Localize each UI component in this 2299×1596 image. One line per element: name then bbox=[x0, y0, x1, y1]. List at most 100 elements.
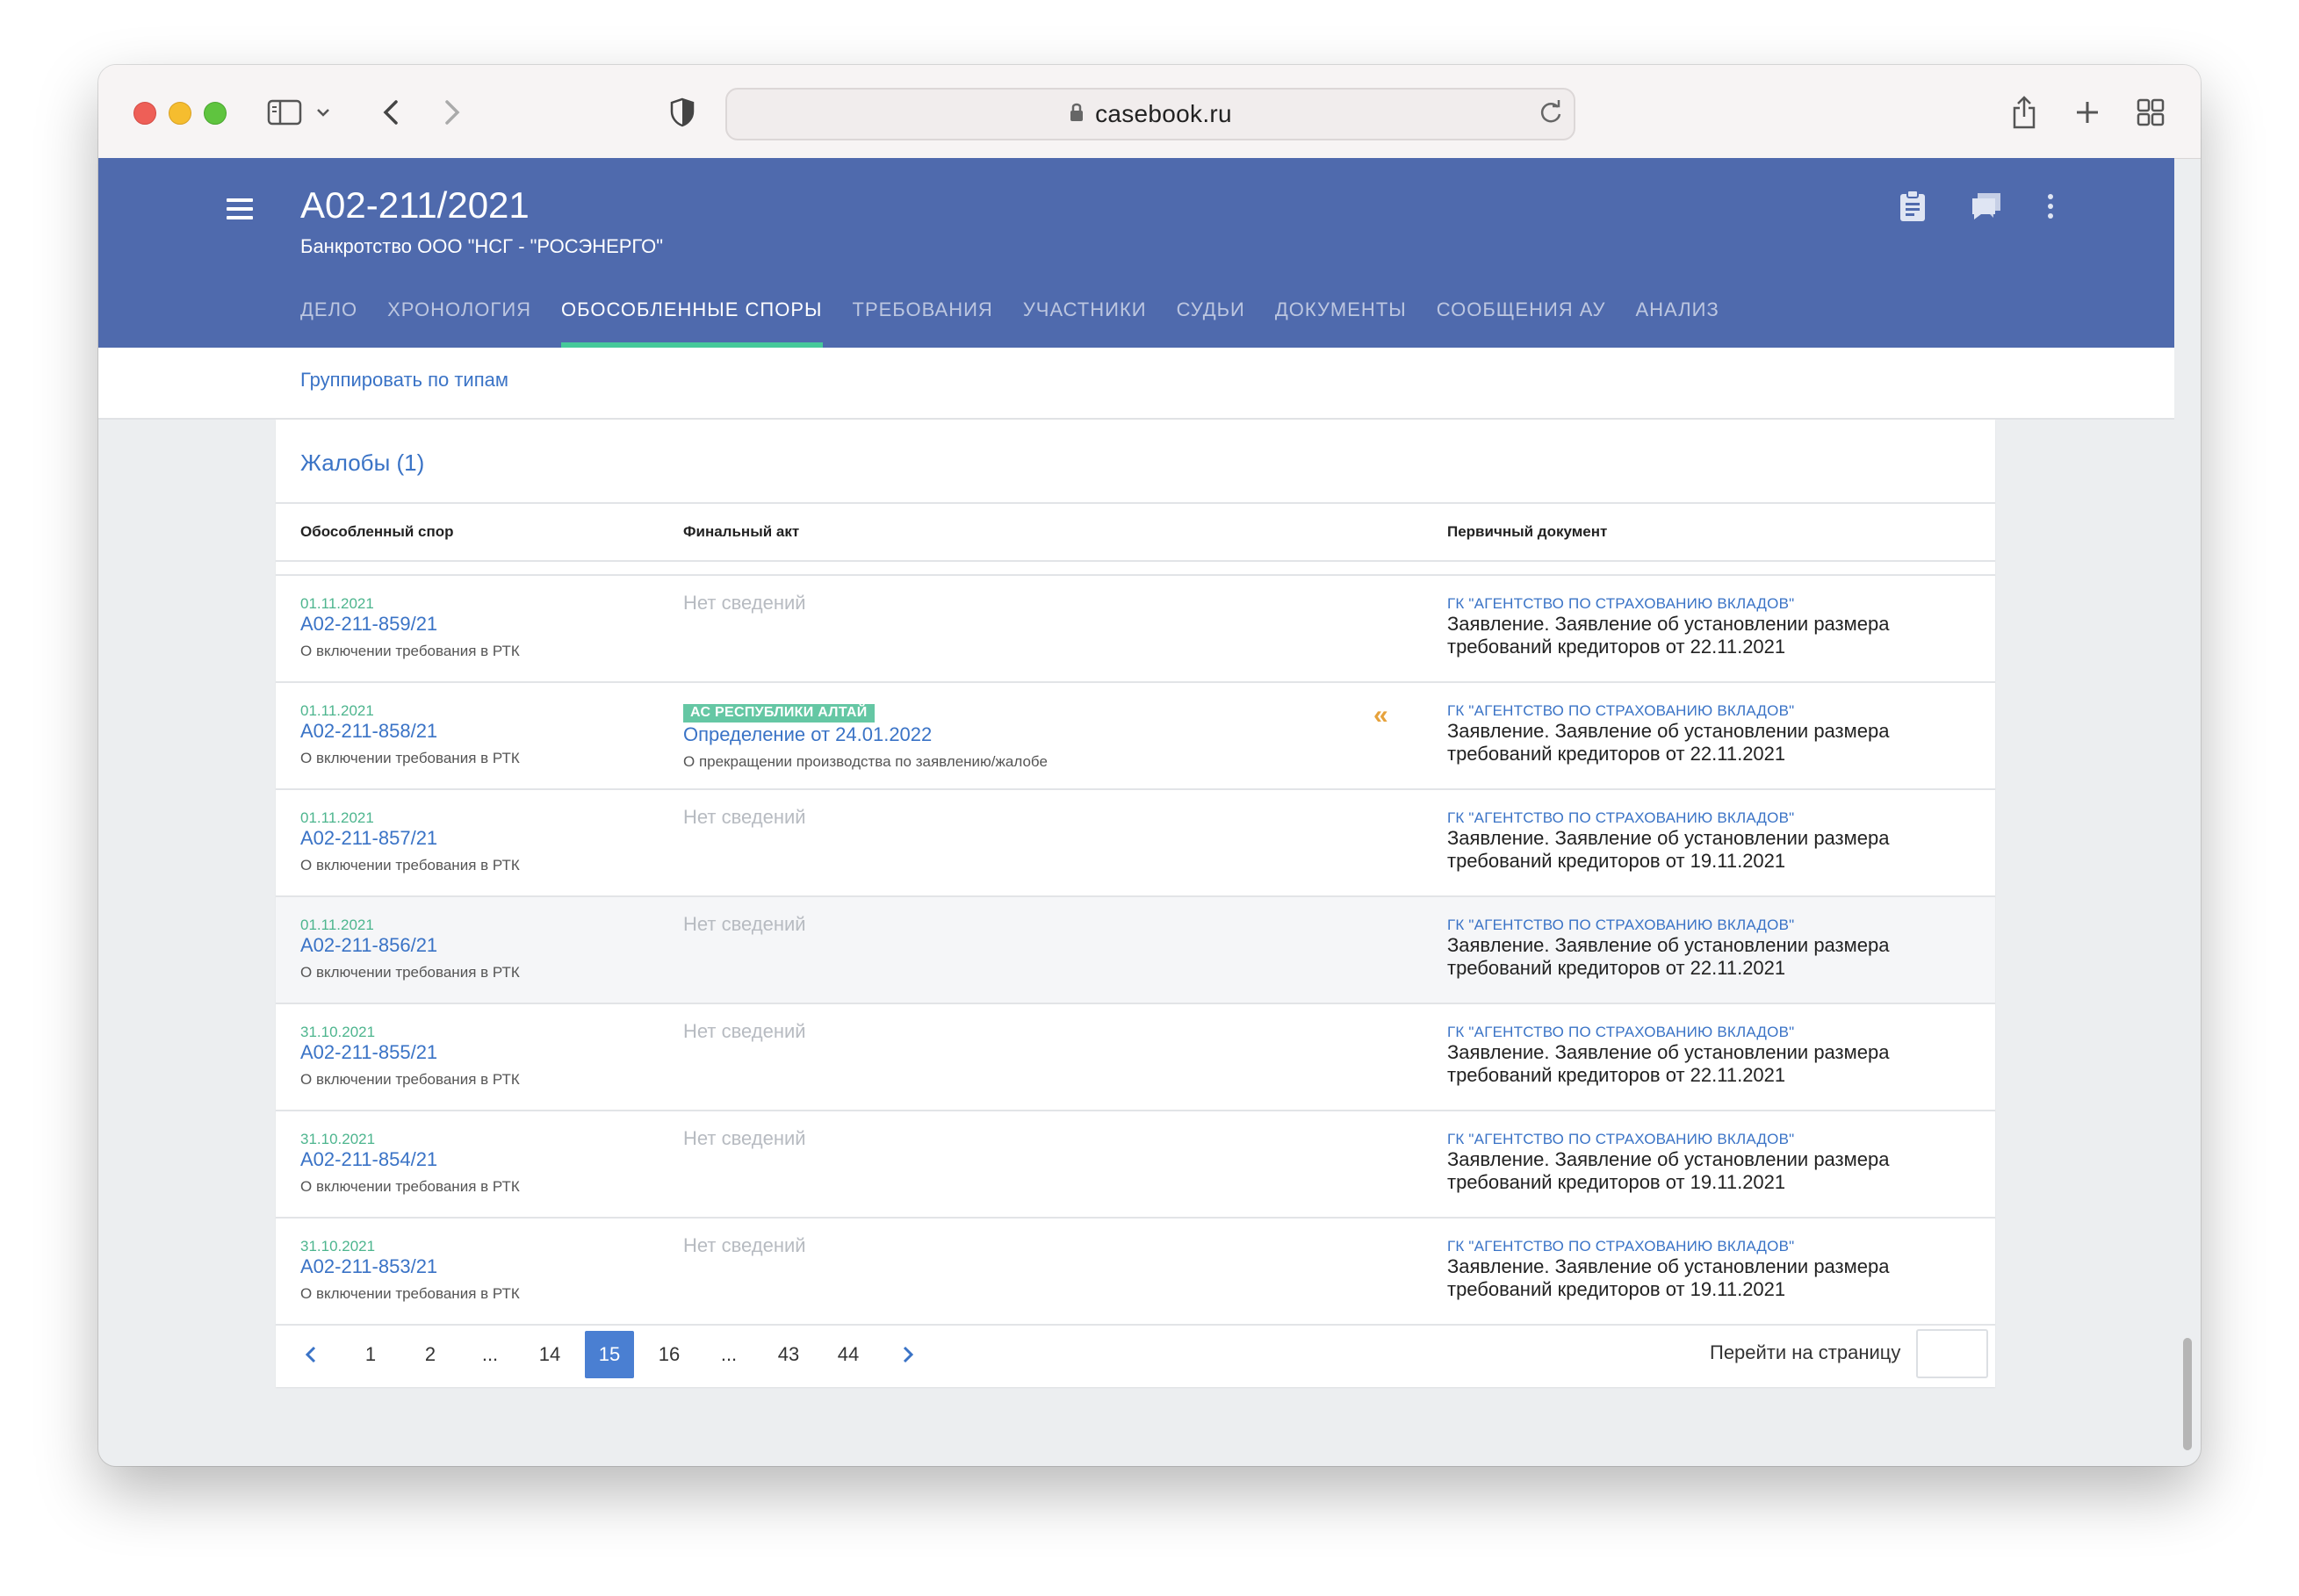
clipboard-icon[interactable] bbox=[1899, 190, 1927, 227]
dispute-description: О включении требования в РТК bbox=[300, 857, 520, 873]
column-header-primary-doc: Первичный документ bbox=[1447, 523, 1608, 540]
url-text: casebook.ru bbox=[1095, 100, 1232, 127]
dispute-description: О включении требования в РТК bbox=[300, 1071, 520, 1088]
court-badge: АС РЕСПУБЛИКИ АЛТАЙ bbox=[683, 704, 875, 723]
applicant-link[interactable]: ГК "АГЕНТСТВО ПО СТРАХОВАНИЮ ВКЛАДОВ" bbox=[1447, 917, 1794, 934]
chevron-down-icon[interactable] bbox=[314, 95, 332, 130]
page-button-current[interactable]: 15 bbox=[585, 1331, 634, 1378]
section-title[interactable]: Жалобы (1) bbox=[300, 449, 424, 477]
dispute-number-link[interactable]: А02-211-854/21 bbox=[300, 1148, 437, 1171]
prev-page-icon[interactable] bbox=[286, 1331, 335, 1378]
dispute-date: 31.10.2021 bbox=[300, 1024, 376, 1040]
reload-icon[interactable] bbox=[1539, 100, 1563, 129]
case-number: А02-211/2021 bbox=[300, 184, 530, 226]
page-ellipsis: ... bbox=[481, 1343, 499, 1365]
table-row[interactable]: 01.11.2021 А02-211-857/21 О включении тр… bbox=[276, 790, 1995, 897]
primary-document: Заявление. Заявление об установлении раз… bbox=[1447, 1148, 1890, 1193]
comments-icon[interactable] bbox=[1971, 190, 2002, 226]
table-row[interactable]: 01.11.2021 А02-211-859/21 О включении тр… bbox=[276, 576, 1995, 683]
page-ellipsis: ... bbox=[720, 1343, 738, 1365]
dispute-description: О включении требования в РТК bbox=[300, 1285, 520, 1302]
browser-window: casebook.ru А02-211/2021 Банкротство ООО… bbox=[98, 65, 2201, 1466]
menu-icon[interactable] bbox=[227, 198, 253, 219]
table-row[interactable]: 31.10.2021 А02-211-853/21 О включении тр… bbox=[276, 1219, 1995, 1326]
final-act-none: Нет сведений bbox=[683, 1234, 806, 1256]
page-button[interactable]: 44 bbox=[824, 1331, 873, 1378]
sidebar-toggle-icon[interactable] bbox=[265, 95, 304, 130]
dispute-number-link[interactable]: А02-211-855/21 bbox=[300, 1041, 437, 1064]
final-act-none: Нет сведений bbox=[683, 806, 806, 828]
dispute-date: 01.11.2021 bbox=[300, 702, 374, 719]
disputes-card: Жалобы (1) Обособленный спор Финальный а… bbox=[276, 420, 1995, 1387]
dispute-date: 01.11.2021 bbox=[300, 595, 374, 612]
more-vert-icon[interactable] bbox=[2046, 193, 2055, 224]
dispute-description: О включении требования в РТК bbox=[300, 1178, 520, 1195]
primary-document: Заявление. Заявление об установлении раз… bbox=[1447, 1041, 1890, 1086]
dispute-number-link[interactable]: А02-211-853/21 bbox=[300, 1255, 437, 1278]
page-button[interactable]: 2 bbox=[406, 1331, 455, 1378]
share-icon[interactable] bbox=[2009, 95, 2039, 130]
tab-participants[interactable]: УЧАСТНИКИ bbox=[1023, 297, 1147, 348]
final-act-description: О прекращении производства по заявлению/… bbox=[683, 753, 1048, 770]
page-button[interactable]: 16 bbox=[645, 1331, 694, 1378]
dispute-date: 31.10.2021 bbox=[300, 1131, 376, 1147]
page-button[interactable]: 14 bbox=[525, 1331, 574, 1378]
column-header-final-act: Финальный акт bbox=[683, 523, 800, 540]
page-button[interactable]: 43 bbox=[764, 1331, 813, 1378]
final-act-none: Нет сведений bbox=[683, 1020, 806, 1042]
applicant-link[interactable]: ГК "АГЕНТСТВО ПО СТРАХОВАНИЮ ВКЛАДОВ" bbox=[1447, 702, 1794, 720]
goto-page-label: Перейти на страницу bbox=[1710, 1341, 1901, 1363]
page-button[interactable]: 1 bbox=[346, 1331, 395, 1378]
pagination: 1 2 ... 14 15 16 ... 43 44 Перейти на ст… bbox=[276, 1319, 1995, 1387]
dispute-date: 01.11.2021 bbox=[300, 917, 374, 933]
dispute-number-link[interactable]: А02-211-856/21 bbox=[300, 934, 437, 957]
applicant-link[interactable]: ГК "АГЕНТСТВО ПО СТРАХОВАНИЮ ВКЛАДОВ" bbox=[1447, 595, 1794, 613]
group-by-type-link[interactable]: Группировать по типам bbox=[300, 369, 508, 392]
double-chevron-left-icon[interactable]: « bbox=[1373, 701, 1388, 730]
table-header: Обособленный спор Финальный акт Первичны… bbox=[276, 502, 1995, 562]
filter-bar: Группировать по типам bbox=[98, 348, 2174, 420]
table-row[interactable]: 31.10.2021 А02-211-855/21 О включении тр… bbox=[276, 1004, 1995, 1111]
tab-chronology[interactable]: ХРОНОЛОГИЯ bbox=[387, 297, 531, 348]
address-bar[interactable]: casebook.ru bbox=[725, 88, 1575, 140]
applicant-link[interactable]: ГК "АГЕНТСТВО ПО СТРАХОВАНИЮ ВКЛАДОВ" bbox=[1447, 809, 1794, 827]
tab-documents[interactable]: ДОКУМЕНТЫ bbox=[1275, 297, 1407, 348]
case-header: А02-211/2021 Банкротство ООО "НСГ - "РОС… bbox=[98, 158, 2174, 348]
new-tab-icon[interactable] bbox=[2074, 95, 2101, 130]
scrollbar[interactable] bbox=[2183, 1338, 2192, 1450]
applicant-link[interactable]: ГК "АГЕНТСТВО ПО СТРАХОВАНИЮ ВКЛАДОВ" bbox=[1447, 1131, 1794, 1148]
dispute-number-link[interactable]: А02-211-859/21 bbox=[300, 613, 437, 636]
primary-document: Заявление. Заявление об установлении раз… bbox=[1447, 613, 1890, 658]
tab-analysis[interactable]: АНАЛИЗ bbox=[1635, 297, 1719, 348]
tab-separate-disputes[interactable]: ОБОСОБЛЕННЫЕ СПОРЫ bbox=[561, 297, 824, 348]
lock-icon bbox=[1069, 102, 1085, 127]
tab-au-messages[interactable]: СООБЩЕНИЯ АУ bbox=[1437, 297, 1606, 348]
goto-page-input[interactable] bbox=[1916, 1329, 1988, 1378]
shield-icon[interactable] bbox=[667, 95, 697, 130]
forward-icon[interactable] bbox=[439, 95, 465, 130]
table-row[interactable]: 31.10.2021 А02-211-854/21 О включении тр… bbox=[276, 1111, 1995, 1219]
tab-overview-icon[interactable] bbox=[2136, 95, 2166, 130]
dispute-description: О включении требования в РТК bbox=[300, 643, 520, 659]
applicant-link[interactable]: ГК "АГЕНТСТВО ПО СТРАХОВАНИЮ ВКЛАДОВ" bbox=[1447, 1238, 1794, 1255]
zoom-window-button[interactable] bbox=[204, 102, 227, 125]
column-header-dispute: Обособленный спор bbox=[300, 523, 454, 540]
final-act-none: Нет сведений bbox=[683, 592, 806, 614]
minimize-window-button[interactable] bbox=[169, 102, 191, 125]
tab-claims[interactable]: ТРЕБОВАНИЯ bbox=[853, 297, 993, 348]
final-act-link[interactable]: Определение от 24.01.2022 bbox=[683, 723, 932, 746]
dispute-date: 01.11.2021 bbox=[300, 809, 374, 826]
applicant-link[interactable]: ГК "АГЕНТСТВО ПО СТРАХОВАНИЮ ВКЛАДОВ" bbox=[1447, 1024, 1794, 1041]
dispute-date: 31.10.2021 bbox=[300, 1238, 376, 1255]
dispute-number-link[interactable]: А02-211-858/21 bbox=[300, 720, 437, 743]
tab-judges[interactable]: СУДЬИ bbox=[1177, 297, 1245, 348]
table-row[interactable]: 01.11.2021 А02-211-856/21 О включении тр… bbox=[276, 897, 1995, 1004]
back-icon[interactable] bbox=[378, 95, 404, 130]
table-row[interactable]: 01.11.2021 А02-211-858/21 О включении тр… bbox=[276, 683, 1995, 790]
dispute-description: О включении требования в РТК bbox=[300, 964, 520, 981]
next-page-icon[interactable] bbox=[883, 1331, 933, 1378]
dispute-description: О включении требования в РТК bbox=[300, 750, 520, 766]
dispute-number-link[interactable]: А02-211-857/21 bbox=[300, 827, 437, 850]
close-window-button[interactable] bbox=[133, 102, 156, 125]
tab-delo[interactable]: ДЕЛО bbox=[300, 297, 357, 348]
